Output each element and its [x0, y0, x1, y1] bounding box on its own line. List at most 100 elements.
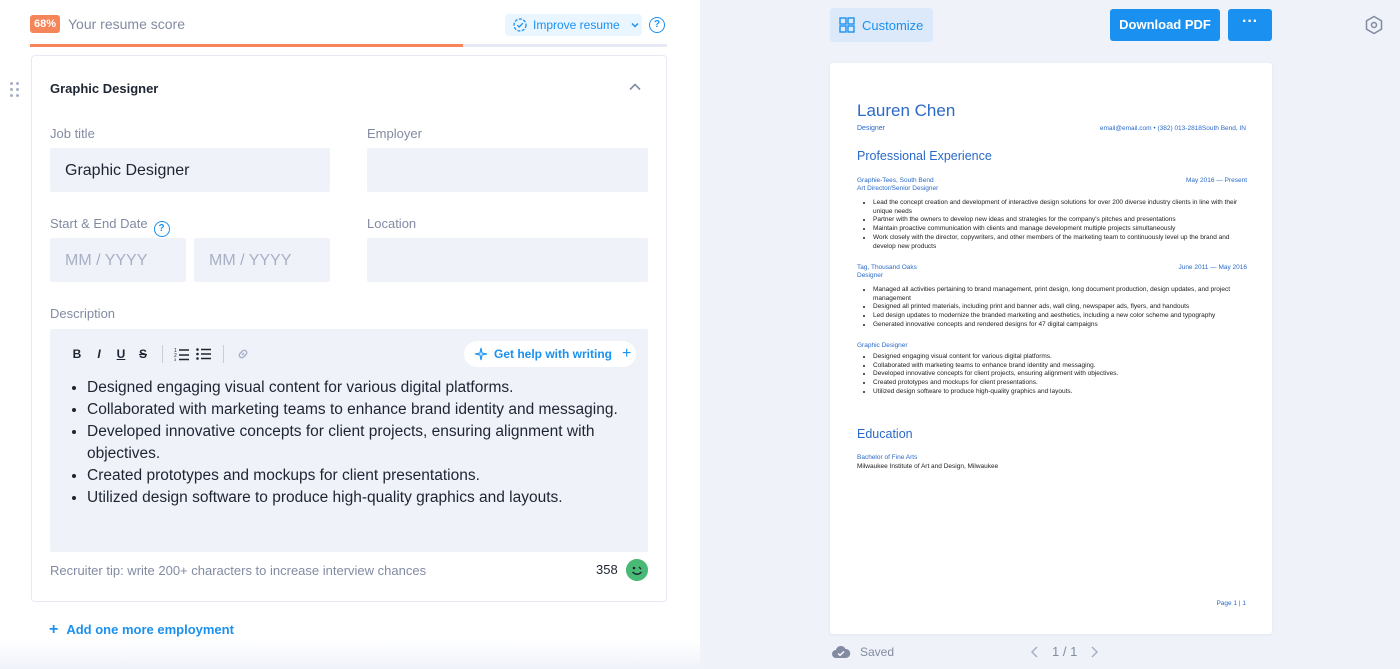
resume-score-row: 68% Your resume score Improve resume ? — [30, 12, 667, 36]
strikethrough-button[interactable]: S — [132, 345, 154, 363]
toolbar-divider — [223, 345, 224, 363]
save-status: Saved — [831, 645, 894, 659]
location-label: Location — [367, 216, 417, 231]
resume-bullet: Designed engaging visual content for var… — [873, 353, 1247, 362]
underline-button[interactable]: U — [110, 345, 132, 363]
italic-button[interactable]: I — [88, 345, 110, 363]
improve-resume-label: Improve resume — [533, 18, 620, 32]
panel-bottom-fade — [0, 640, 700, 669]
resume-experience-heading: Professional Experience — [857, 149, 992, 163]
resume-education-entry: Bachelor of Fine Arts Milwaukee Institut… — [857, 454, 998, 471]
help-icon[interactable]: ? — [649, 17, 665, 33]
end-date-input[interactable]: MM / YYYY — [194, 238, 330, 282]
customize-button[interactable]: Customize — [830, 8, 933, 42]
resume-entry-date: May 2016 — Present — [1185, 177, 1247, 184]
description-bullets[interactable]: Designed engaging visual content for var… — [87, 377, 627, 509]
employer-input[interactable] — [367, 148, 648, 192]
employer-label: Employer — [367, 126, 422, 141]
resume-role: Designer — [857, 125, 886, 132]
score-badge: 68% — [30, 15, 60, 33]
resume-entry-position: Art Director/Senior Designer — [857, 185, 939, 192]
customize-label: Customize — [862, 17, 924, 33]
resume-bullet: Generated innovative concepts and render… — [873, 321, 1247, 330]
resume-entry: Graphic Designer Designed engaging visua… — [857, 342, 1247, 397]
help-icon[interactable]: ? — [153, 221, 170, 237]
recruiter-tip: Recruiter tip: write 200+ characters to … — [50, 563, 427, 578]
download-pdf-button[interactable]: Download PDF — [1110, 9, 1220, 41]
page-indicator: 1 / 1 — [1052, 644, 1078, 659]
more-options-button[interactable]: ··· — [1228, 9, 1272, 41]
resume-entry-position: Graphic Designer — [857, 342, 908, 349]
settings-hexagon-icon[interactable] — [1364, 15, 1384, 35]
resume-bullet: Partner with the owners to develop new i… — [873, 216, 1247, 225]
page-navigation: 1 / 1 — [1018, 644, 1111, 659]
sparkle-icon — [474, 347, 488, 361]
saved-label: Saved — [860, 645, 895, 659]
bold-button[interactable]: B — [66, 345, 88, 363]
resume-name: Lauren Chen — [857, 101, 956, 120]
description-bullet: Collaborated with marketing teams to enh… — [87, 399, 627, 421]
get-help-writing-button[interactable]: Get help with writing + — [464, 341, 636, 367]
chevron-up-icon[interactable] — [628, 80, 642, 94]
add-employment-label: Add one more employment — [66, 622, 234, 637]
resume-entry: Tag, Thousand Oaks Designer June 2011 — … — [857, 264, 1247, 330]
plus-icon: + — [622, 345, 632, 362]
resume-bullet: Lead the concept creation and developmen… — [873, 199, 1247, 216]
toolbar-divider — [162, 345, 163, 363]
start-date-input[interactable]: MM / YYYY — [50, 238, 186, 282]
preview-panel: Customize Download PDF ··· Lauren Chen D… — [700, 0, 1400, 669]
resume-page-number: Page 1 | 1 — [1216, 600, 1246, 607]
employment-card: Graphic Designer Job title Graphic Desig… — [31, 55, 667, 602]
description-bullet: Designed engaging visual content for var… — [87, 377, 627, 399]
plus-icon: + — [49, 621, 59, 638]
description-bullet: Created prototypes and mockups for clien… — [87, 465, 627, 487]
resume-bullet: Created prototypes and mockups for clien… — [873, 379, 1247, 388]
resume-bullet: Managed all activities pertaining to bra… — [873, 286, 1247, 303]
resume-contact: email@email.com • (382) 013-2818South Be… — [1099, 125, 1246, 132]
resume-entry-bullets: Lead the concept creation and developmen… — [873, 199, 1247, 251]
employment-card-title[interactable]: Graphic Designer — [50, 81, 158, 96]
resume-entry-bullets: Designed engaging visual content for var… — [873, 353, 1247, 397]
get-help-writing-label: Get help with writing — [494, 347, 612, 361]
dates-label: Start & End Date? — [50, 216, 170, 237]
resume-bullet: Maintain proactive communication with cl… — [873, 225, 1247, 234]
resume-bullet: Utilized design software to produce high… — [873, 388, 1247, 397]
score-progress-bar — [30, 44, 667, 47]
resume-preview[interactable]: Lauren Chen Designer email@email.com • (… — [830, 63, 1272, 634]
job-title-input[interactable]: Graphic Designer — [50, 148, 330, 192]
chevron-left-icon[interactable] — [1030, 645, 1040, 658]
resume-bullet: Developed innovative concepts for client… — [873, 370, 1247, 379]
check-circle-icon — [513, 18, 527, 32]
add-employment-button[interactable]: + Add one more employment — [49, 621, 234, 639]
description-editor[interactable]: B I U S 123 Get help with writing + • De… — [50, 329, 648, 552]
resume-entry: Graphie-Tees, South Bend Art Director/Se… — [857, 177, 1247, 251]
job-title-label: Job title — [50, 126, 95, 141]
grid-icon — [839, 17, 855, 33]
character-count: 358 — [596, 562, 618, 577]
dates-label-text: Start & End Date — [50, 216, 148, 231]
drag-handle-icon[interactable] — [10, 82, 20, 98]
bulleted-list-icon[interactable] — [193, 345, 215, 363]
chevron-down-icon — [631, 22, 639, 28]
description-bullet: Utilized design software to produce high… — [87, 487, 627, 509]
improve-resume-button[interactable]: Improve resume — [505, 14, 642, 36]
resume-entry-bullets: Managed all activities pertaining to bra… — [873, 286, 1247, 330]
resume-entry-position: Designer — [857, 272, 884, 279]
score-label: Your resume score — [68, 16, 185, 32]
link-icon[interactable] — [232, 345, 254, 363]
smiley-face-icon — [626, 559, 648, 581]
resume-bullet: Collaborated with marketing teams to enh… — [873, 362, 1247, 371]
description-bullet: Developed innovative concepts for client… — [87, 421, 627, 465]
resume-school: Milwaukee Institute of Art and Design, M… — [857, 462, 999, 470]
resume-bullet: Led design updates to modernize the bran… — [873, 312, 1247, 321]
editor-toolbar: B I U S 123 — [66, 345, 254, 363]
cloud-check-icon — [832, 645, 851, 658]
location-input[interactable] — [367, 238, 648, 282]
resume-bullet: Work closely with the director, copywrit… — [873, 234, 1247, 251]
resume-degree: Bachelor of Fine Arts — [857, 454, 918, 461]
description-label: Description — [50, 306, 116, 321]
resume-education-heading: Education — [857, 427, 913, 441]
score-progress-fill — [30, 44, 464, 47]
numbered-list-icon[interactable]: 123 — [171, 345, 193, 363]
chevron-right-icon[interactable] — [1089, 645, 1099, 658]
